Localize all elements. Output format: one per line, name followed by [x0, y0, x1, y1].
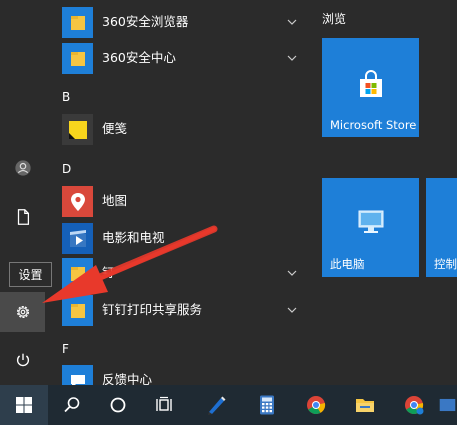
store-icon: [360, 70, 382, 97]
app-item-360-security[interactable]: 360安全中心: [55, 40, 305, 76]
section-letter-d[interactable]: D: [62, 162, 71, 176]
pinned-tiles: 浏览 Microsoft Store 此电脑 控制: [310, 0, 457, 385]
task-view-icon: [156, 396, 172, 411]
app-item-dingtalk-print[interactable]: 钉钉打印共享服务: [55, 292, 305, 328]
app-label: 便笺: [102, 121, 128, 136]
pen-app-icon: [208, 396, 226, 415]
file-explorer-icon: [356, 399, 374, 412]
app-item-360-browser[interactable]: 360安全浏览器: [55, 4, 305, 40]
document-icon: [17, 209, 29, 225]
app-icon: [439, 398, 456, 412]
taskbar-pen-app[interactable]: [192, 385, 240, 425]
app-label: 360安全浏览器: [102, 14, 189, 29]
settings-icon: [16, 305, 29, 319]
taskbar-task-view[interactable]: [140, 385, 188, 425]
settings-tooltip: 设置: [9, 262, 52, 287]
taskbar-search[interactable]: [48, 385, 96, 425]
app-label: 电影和电视: [102, 230, 165, 245]
app-label: 地图: [102, 193, 128, 208]
app-list: 360安全浏览器 360安全中心 B 便笺 D 地图 电影和电视 钉 钉钉打印共…: [55, 0, 305, 396]
taskbar-overflow-app[interactable]: [438, 385, 457, 425]
tile-microsoft-store[interactable]: Microsoft Store: [322, 38, 419, 137]
taskbar-calculator[interactable]: [243, 385, 291, 425]
taskbar-chrome-2[interactable]: [390, 385, 438, 425]
folder-icon: [62, 43, 93, 74]
cortana-icon: [110, 397, 126, 413]
section-letter-b[interactable]: B: [62, 90, 70, 104]
start-menu: 设置 360安全浏览器 360安全中心 B 便笺 D 地图 电影和电视 钉 钉钉…: [0, 0, 457, 425]
taskbar-chrome[interactable]: [292, 385, 340, 425]
chevron-down-icon[interactable]: [287, 255, 297, 291]
chrome-icon: [405, 396, 424, 415]
folder-icon: [62, 7, 93, 38]
tile-label: 此电脑: [330, 257, 365, 271]
tile-group-title: 浏览: [322, 12, 347, 26]
start-menu-rail: [0, 0, 45, 385]
app-label: 钉: [102, 265, 115, 280]
app-item-movies-tv[interactable]: 电影和电视: [55, 220, 305, 256]
tile-this-pc[interactable]: 此电脑: [322, 178, 419, 277]
folder-icon: [62, 295, 93, 326]
tile-label: Microsoft Store: [330, 118, 417, 132]
taskbar-cortana[interactable]: [94, 385, 142, 425]
calculator-icon: [260, 395, 274, 415]
sticky-notes-icon: [62, 114, 93, 145]
settings-button[interactable]: [0, 292, 45, 332]
app-label: 360安全中心: [102, 50, 176, 65]
chrome-icon: [307, 396, 326, 415]
windows-start-icon: [16, 397, 32, 413]
search-icon: [64, 397, 80, 413]
taskbar: [0, 385, 457, 425]
app-item-sticky-notes[interactable]: 便笺: [55, 111, 305, 147]
power-button[interactable]: [0, 340, 45, 380]
chevron-down-icon[interactable]: [287, 4, 297, 40]
app-item-dingtalk[interactable]: 钉: [55, 255, 305, 291]
documents-button[interactable]: [0, 197, 45, 237]
movies-tv-icon: [62, 223, 93, 254]
taskbar-file-explorer[interactable]: [341, 385, 389, 425]
folder-icon: [62, 258, 93, 289]
tile-control-panel[interactable]: 控制: [426, 178, 457, 277]
maps-icon: [62, 186, 93, 217]
chevron-down-icon[interactable]: [287, 292, 297, 328]
app-label: 钉钉打印共享服务: [102, 302, 203, 317]
this-pc-icon: [358, 210, 384, 233]
user-icon: [14, 160, 31, 176]
power-icon: [16, 353, 29, 367]
user-account-button[interactable]: [0, 148, 45, 188]
chevron-down-icon[interactable]: [287, 40, 297, 76]
app-item-maps[interactable]: 地图: [55, 183, 305, 219]
tile-label: 控制: [434, 257, 457, 271]
start-button[interactable]: [0, 385, 48, 425]
section-letter-f[interactable]: F: [62, 342, 69, 356]
